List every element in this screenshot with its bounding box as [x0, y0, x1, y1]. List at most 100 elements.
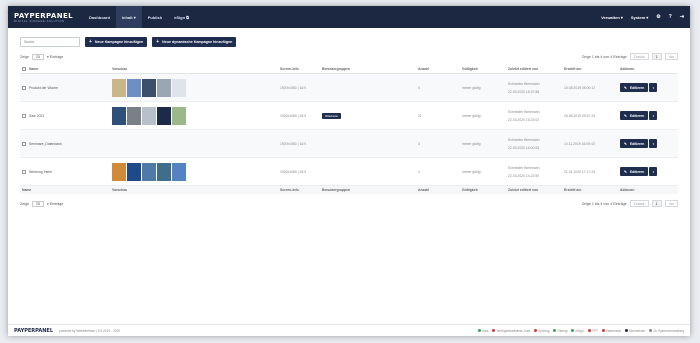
add-campaign-button[interactable]: + Neue Kampagne hinzufügen [85, 37, 148, 47]
row-checkbox[interactable] [22, 169, 26, 174]
nav-verwalten[interactable]: Verwalten ▾ [601, 15, 623, 20]
current-page-button[interactable]: 1 [651, 200, 662, 208]
prev-page-button[interactable]: Zurück [629, 200, 649, 208]
preview-thumbnail[interactable] [112, 162, 126, 181]
status-dot-icon [534, 329, 538, 333]
preview-thumbnail[interactable] [172, 78, 186, 97]
preview-thumbnail[interactable] [127, 78, 141, 97]
actions-dropdown-button[interactable]: ▾ [649, 139, 658, 149]
preview-thumbnail[interactable] [112, 106, 126, 125]
cell-validity: immer gültig [460, 101, 506, 131]
add-dynamic-campaign-button[interactable]: + Neue dynamische Kampagne hinzufügen [152, 37, 237, 47]
col-header-groups[interactable]: Benutzergruppen [320, 65, 416, 75]
pagination: Zeige 1 bis 4 von 4 Einträge Zurück 1 Vo… [582, 200, 678, 208]
table-row[interactable]: Werbung Intern 1920x1080 | 16:9 2 immer … [20, 157, 678, 187]
row-checkbox[interactable] [22, 141, 26, 146]
help-icon[interactable]: ? [669, 14, 672, 20]
nav-esign[interactable]: eSign ⧉ [168, 6, 195, 28]
search-input[interactable] [20, 37, 80, 47]
footer-status-link[interactable]: Pairing [553, 329, 567, 333]
nav-inhalt[interactable]: Inhalt ▾ [115, 6, 142, 28]
preview-thumbnail[interactable] [157, 106, 171, 125]
cell-preview [110, 101, 278, 131]
row-checkbox[interactable] [22, 85, 26, 90]
current-page-button[interactable]: 1 [651, 53, 662, 60]
chevron-down-icon: ▾ [652, 113, 655, 118]
cell-validity: immer gültig [460, 129, 506, 159]
footer-status-link[interactable]: FTP [587, 329, 598, 333]
chevron-down-icon: ▾ [652, 85, 655, 90]
cell-editor: Schneider Bienmann 22.03.2020 15:37:58 [506, 73, 562, 103]
footer-status-link[interactable]: Übersetzen [625, 329, 645, 333]
next-page-button[interactable]: Vor [664, 53, 678, 60]
preview-thumbnail[interactable] [127, 162, 141, 181]
edit-button[interactable]: ✎ Editieren [620, 111, 649, 121]
preview-thumbnail[interactable] [142, 106, 156, 125]
logo-tagline: DIGITAL SIGNAGE SOLUTION [14, 19, 65, 23]
col-header-screen[interactable]: Screen-Info [278, 65, 320, 75]
actions-dropdown-button[interactable]: ▾ [649, 111, 658, 121]
pager-summary: Zeige 1 bis 4 von 4 Einträge [581, 54, 627, 59]
plus-icon: + [156, 39, 160, 45]
foot-count: Anzahl [416, 185, 460, 195]
nav-system[interactable]: System ▾ [631, 15, 648, 20]
logout-icon[interactable]: ⇥ [680, 14, 684, 20]
chevron-down-icon: ▾ [652, 169, 655, 174]
footer-version: powered by Webinterface | 5.3 2019 - 202… [59, 328, 121, 333]
cell-actions: ✎ Editieren ▾ [618, 157, 678, 187]
preview-thumbnail[interactable] [142, 78, 156, 97]
main-nav: Dashboard Inhalt ▾ Publish eSign ⧉ [83, 6, 195, 28]
actions-dropdown-button[interactable]: ▾ [649, 167, 658, 177]
add-campaign-label: Neue Kampagne hinzufügen [94, 40, 144, 44]
actions-dropdown-button[interactable]: ▾ [649, 83, 658, 93]
nav-dashboard[interactable]: Dashboard [83, 6, 116, 28]
footer-status-link[interactable]: Syncing [534, 329, 549, 333]
footer-status-link[interactable]: Datenbank [601, 329, 621, 333]
nav-publish[interactable]: Publish [142, 6, 168, 28]
col-header-count[interactable]: Anzahl [416, 65, 460, 75]
prev-page-button[interactable]: Zurück [629, 53, 649, 60]
cell-preview [110, 157, 278, 187]
toolbar: + Neue Kampagne hinzufügen + Neue dynami… [8, 28, 690, 47]
pencil-icon: ✎ [624, 141, 627, 146]
col-header-name[interactable]: Name [20, 65, 110, 75]
footer-status-link[interactable]: Zu Systemverwaltung [649, 329, 684, 333]
preview-thumbnail[interactable] [157, 78, 171, 97]
foot-created: Erstellt am [562, 185, 618, 195]
edit-button[interactable]: ✎ Editieren [620, 167, 649, 177]
cell-groups [320, 129, 416, 159]
col-header-editor[interactable]: Zuletzt editiert von [506, 65, 562, 75]
cell-name[interactable]: Produkt der Woche [20, 73, 110, 103]
preview-thumbnail[interactable] [112, 78, 126, 97]
brand-logo[interactable]: PAYPERPANEL DIGITAL SIGNAGE SOLUTION [14, 12, 73, 23]
gear-icon[interactable]: ⚙ [656, 14, 660, 20]
cell-groups [320, 73, 416, 103]
footer-status-link[interactable]: eSign [571, 329, 584, 333]
cell-name[interactable]: Seminare_Datenbank [20, 129, 110, 159]
col-header-created[interactable]: Erstellt am [562, 65, 618, 75]
col-header-actions: Aktionen [618, 65, 678, 75]
preview-thumbnail[interactable] [127, 106, 141, 125]
preview-thumbnail[interactable] [172, 162, 186, 181]
page-size-select[interactable]: 25 [32, 53, 44, 60]
table-row[interactable]: Sale 2021 1920x1080 | 16:9 Mitarbeiter 2… [20, 101, 678, 131]
edit-button[interactable]: ✎ Editieren [620, 139, 649, 149]
preview-thumbnail[interactable] [142, 162, 156, 181]
col-header-validity[interactable]: Gültigkeit [460, 65, 506, 75]
table-row[interactable]: Produkt der Woche 1920x1080 | 16:9 4 imm… [20, 73, 678, 103]
edit-button[interactable]: ✎ Editieren [620, 83, 649, 93]
table-row[interactable]: Seminare_Datenbank 1920x1080 | 16:9 3 im… [20, 129, 678, 159]
footer-status-link[interactable]: Jobs [477, 329, 488, 333]
cell-name[interactable]: Werbung Intern [20, 157, 110, 187]
add-dynamic-campaign-label: Neue dynamische Kampagne hinzufügen [162, 40, 233, 44]
row-checkbox[interactable] [22, 113, 26, 118]
footer-status-link[interactable]: Verfügbarkeitsliste Jobs [492, 329, 530, 333]
table-header-row: Name Vorschau Screen-Info Benutzergruppe… [20, 65, 678, 75]
preview-thumbnail[interactable] [157, 162, 171, 181]
page-size-select[interactable]: 25 [32, 200, 44, 207]
select-all-checkbox[interactable] [22, 67, 26, 72]
next-page-button[interactable]: Vor [664, 200, 678, 208]
preview-thumbnail[interactable] [172, 106, 186, 125]
cell-name[interactable]: Sale 2021 [20, 101, 110, 131]
nav-right: Verwalten ▾ System ▾ ⚙ ? ⇥ [601, 14, 684, 20]
